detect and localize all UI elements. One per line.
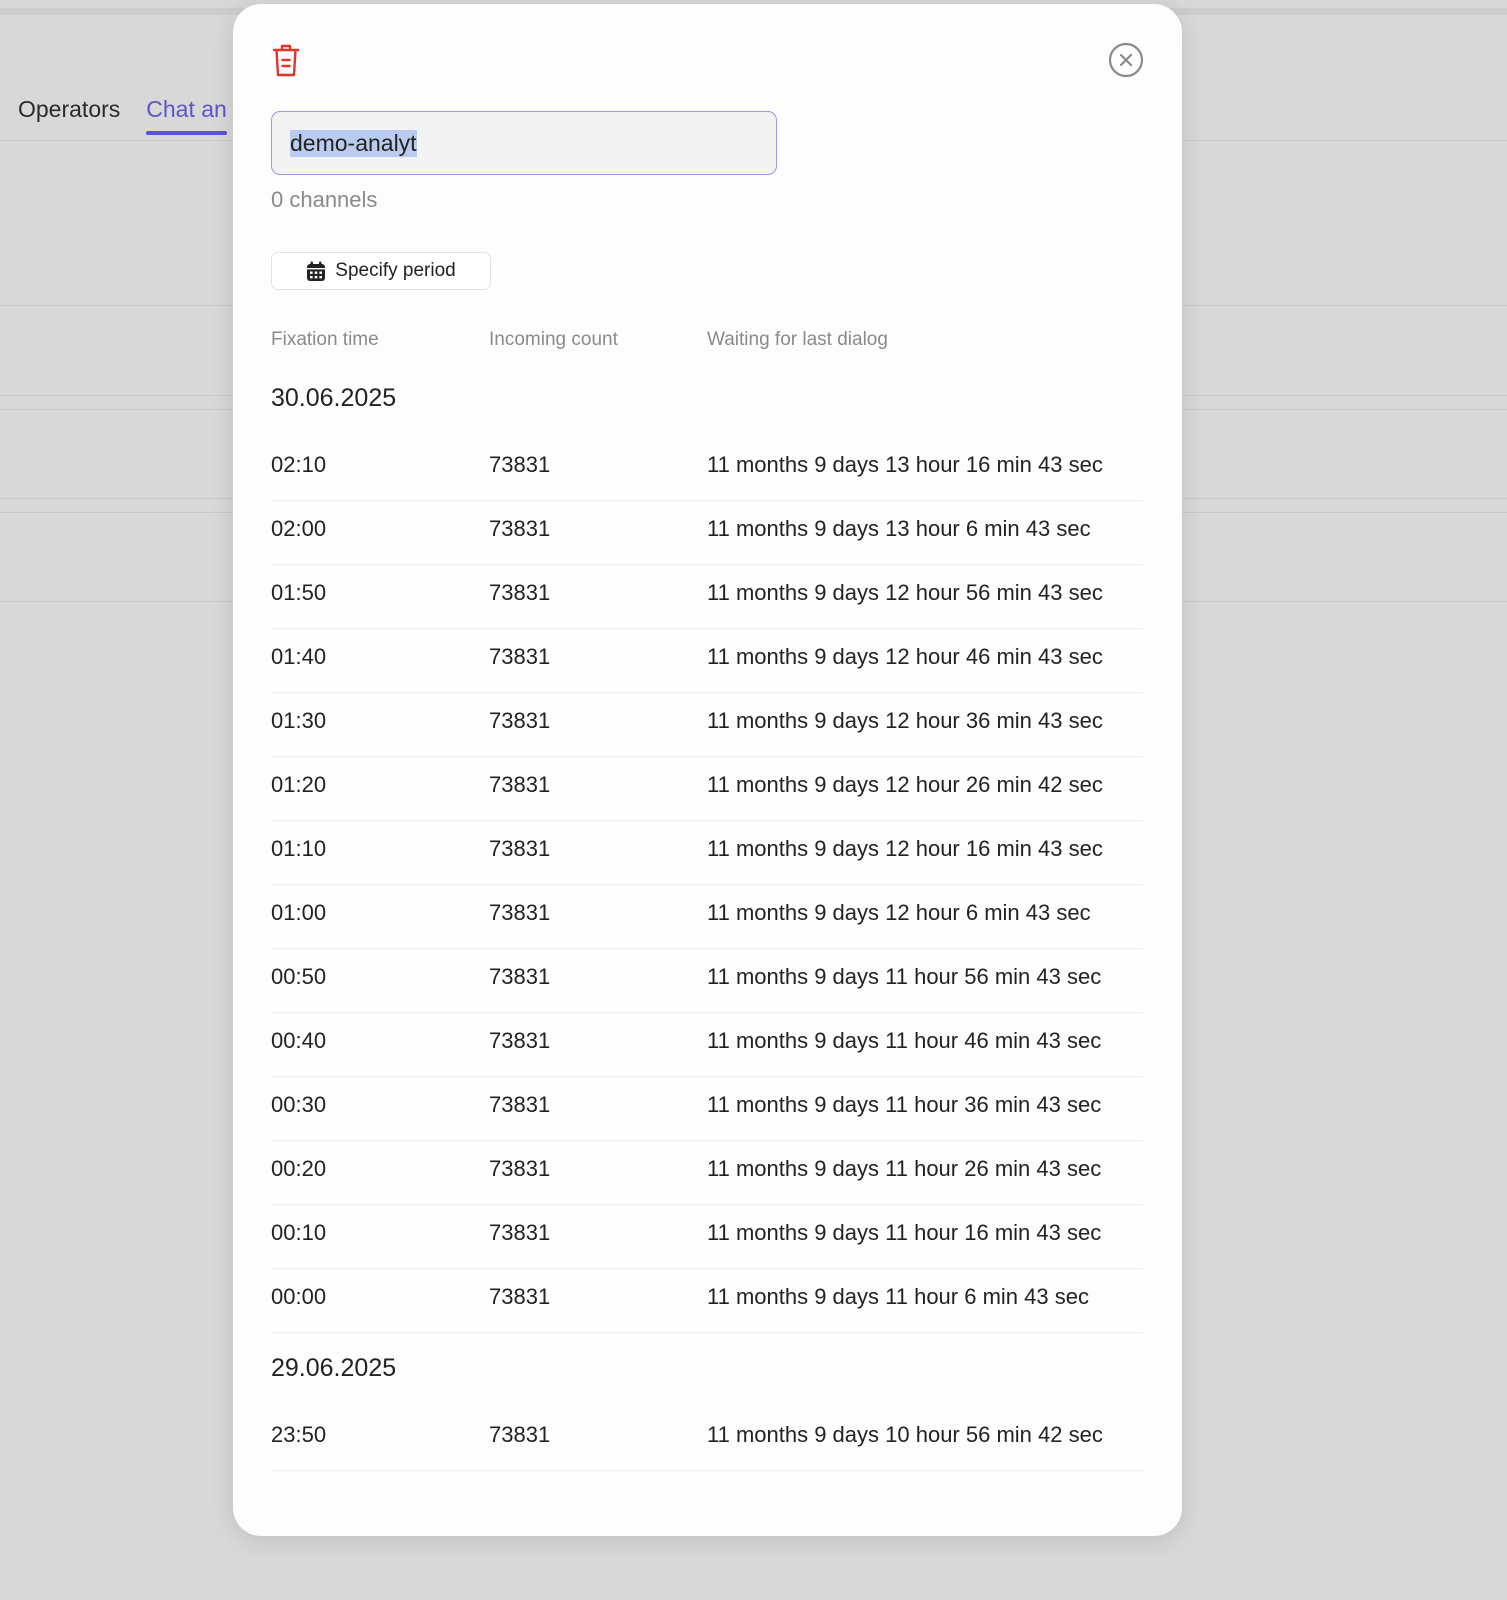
specify-period-label: Specify period [335, 260, 456, 281]
incoming-count-cell: 73831 [489, 1284, 551, 1309]
waiting-cell: 11 months 9 days 12 hour 36 min 43 sec [707, 708, 1103, 733]
fixation-time-cell: 02:10 [271, 452, 327, 477]
group-name-input[interactable]: demo-analyt [271, 111, 777, 175]
date-group-heading: 30.06.2025 [271, 384, 397, 412]
table-row: 01:10 73831 11 months 9 days 12 hour 16 mi… [271, 820, 1143, 885]
close-button[interactable] [1108, 42, 1144, 78]
table-row: 01:40 73831 11 months 9 days 12 hour 46 mi… [271, 628, 1143, 693]
table-row: 00:40 73831 11 months 9 days 11 hour 46 mi… [271, 1012, 1143, 1077]
incoming-count-cell: 73831 [489, 1092, 551, 1117]
incoming-count-cell: 73831 [489, 1422, 551, 1447]
incoming-count-cell: 73831 [489, 1028, 551, 1053]
column-header-incoming-count: Incoming count [489, 329, 618, 350]
waiting-cell: 11 months 9 days 12 hour 16 min 43 sec [707, 836, 1103, 861]
incoming-count-cell: 73831 [489, 836, 551, 861]
fixation-time-cell: 00:00 [271, 1284, 327, 1309]
fixation-time-cell: 01:10 [271, 836, 327, 861]
waiting-cell: 11 months 9 days 12 hour 26 min 42 sec [707, 772, 1103, 797]
incoming-count-cell: 73831 [489, 452, 551, 477]
fixation-time-cell: 01:20 [271, 772, 327, 797]
fixation-time-cell: 01:40 [271, 644, 327, 669]
incoming-count-cell: 73831 [489, 644, 551, 669]
incoming-count-cell: 73831 [489, 964, 551, 989]
fixation-time-cell: 02:00 [271, 516, 327, 541]
incoming-count-cell: 73831 [489, 1220, 551, 1245]
incoming-count-cell: 73831 [489, 1156, 551, 1181]
incoming-count-cell: 73831 [489, 516, 551, 541]
waiting-cell: 11 months 9 days 11 hour 6 min 43 sec [707, 1284, 1089, 1309]
fixation-time-cell: 01:50 [271, 580, 327, 605]
table-row: 00:20 73831 11 months 9 days 11 hour 26 mi… [271, 1140, 1143, 1205]
fixation-time-cell: 00:50 [271, 964, 327, 989]
group-name-value: demo-analyt [290, 129, 417, 157]
delete-button[interactable] [271, 44, 301, 78]
waiting-cell: 11 months 9 days 11 hour 36 min 43 sec [707, 1092, 1102, 1117]
specify-period-button[interactable]: Specify period [271, 252, 491, 290]
table-row: 00:10 73831 11 months 9 days 11 hour 16 mi… [271, 1204, 1143, 1269]
waiting-cell: 11 months 9 days 11 hour 56 min 43 sec [707, 964, 1102, 989]
fixation-time-cell: 01:00 [271, 900, 327, 925]
calendar-icon [307, 261, 326, 281]
channels-count: 0 channels [271, 187, 378, 212]
waiting-cell: 11 months 9 days 12 hour 6 min 43 sec [707, 900, 1091, 925]
waiting-cell: 11 months 9 days 11 hour 26 min 43 sec [707, 1156, 1102, 1181]
waiting-cell: 11 months 9 days 12 hour 46 min 43 sec [707, 644, 1103, 669]
date-group-heading: 29.06.2025 [271, 1354, 397, 1382]
incoming-count-cell: 73831 [489, 772, 551, 797]
waiting-cell: 11 months 9 days 13 hour 16 min 43 sec [707, 452, 1103, 477]
incoming-count-cell: 73831 [489, 708, 551, 733]
table-row: 02:00 73831 11 months 9 days 13 hour 6 min… [271, 500, 1143, 565]
fixation-time-cell: 00:20 [271, 1156, 327, 1181]
waiting-cell: 11 months 9 days 13 hour 6 min 43 sec [707, 516, 1091, 541]
table-row: 01:20 73831 11 months 9 days 12 hour 26 mi… [271, 756, 1143, 821]
waiting-cell: 11 months 9 days 10 hour 56 min 42 sec [707, 1422, 1103, 1447]
tab-operators[interactable]: Operators [18, 96, 120, 135]
close-circle-icon [1108, 42, 1144, 78]
table-row: 01:00 73831 11 months 9 days 12 hour 6 min… [271, 884, 1143, 949]
waiting-cell: 11 months 9 days 12 hour 56 min 43 sec [707, 580, 1103, 605]
fixation-time-cell: 23:50 [271, 1422, 327, 1447]
fixation-time-cell: 00:30 [271, 1092, 327, 1117]
table-row: 23:50 73831 11 months 9 days 10 hour 56 mi… [271, 1406, 1143, 1471]
column-header-fixation-time: Fixation time [271, 329, 379, 350]
waiting-cell: 11 months 9 days 11 hour 46 min 43 sec [707, 1028, 1102, 1053]
trash-icon [272, 44, 300, 77]
fixation-time-cell: 00:10 [271, 1220, 327, 1245]
channel-group-modal: demo-analyt 0 channels Specify period Fi… [233, 4, 1182, 1536]
fixation-time-cell: 00:40 [271, 1028, 327, 1053]
tab-chat-analytics[interactable]: Chat an [146, 96, 227, 135]
table-row: 02:10 73831 11 months 9 days 13 hour 16 mi… [271, 436, 1143, 501]
fixation-time-cell: 01:30 [271, 708, 327, 733]
table-row: 01:30 73831 11 months 9 days 12 hour 36 mi… [271, 692, 1143, 757]
table-row: 00:50 73831 11 months 9 days 11 hour 56 mi… [271, 948, 1143, 1013]
table-row: 00:30 73831 11 months 9 days 11 hour 36 mi… [271, 1076, 1143, 1141]
column-header-waiting: Waiting for last dialog [707, 329, 888, 350]
waiting-cell: 11 months 9 days 11 hour 16 min 43 sec [707, 1220, 1102, 1245]
background-tabs: Operators Chat an [18, 96, 227, 135]
table-row: 01:50 73831 11 months 9 days 12 hour 56 mi… [271, 564, 1143, 629]
table-row: 00:00 73831 11 months 9 days 11 hour 6 min… [271, 1268, 1143, 1333]
incoming-count-cell: 73831 [489, 580, 551, 605]
incoming-count-cell: 73831 [489, 900, 551, 925]
